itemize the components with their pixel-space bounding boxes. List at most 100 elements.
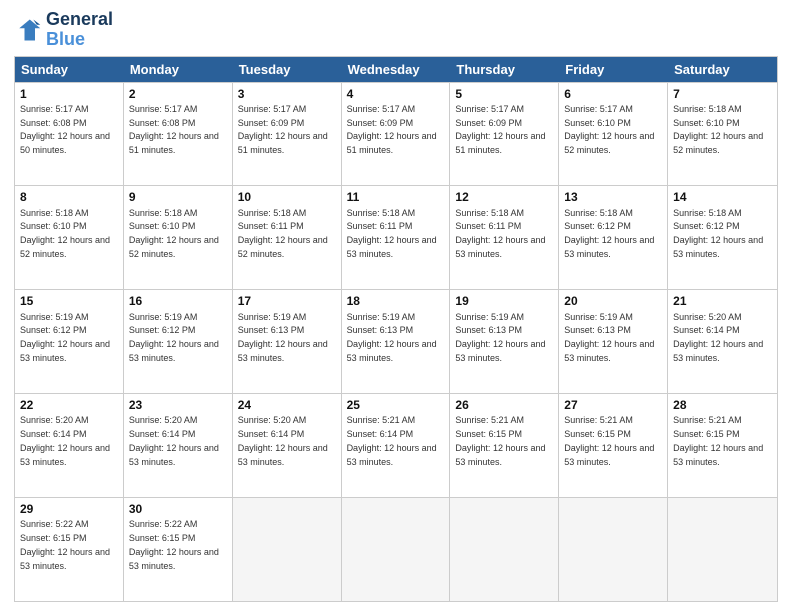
cell-info: Sunrise: 5:18 AMSunset: 6:12 PMDaylight:…: [564, 208, 654, 259]
cell-info: Sunrise: 5:20 AMSunset: 6:14 PMDaylight:…: [129, 415, 219, 466]
cell-info: Sunrise: 5:22 AMSunset: 6:15 PMDaylight:…: [20, 519, 110, 570]
calendar-cell: 30 Sunrise: 5:22 AMSunset: 6:15 PMDayligh…: [124, 498, 233, 601]
calendar-cell: [342, 498, 451, 601]
day-number: 9: [129, 189, 227, 205]
cell-info: Sunrise: 5:19 AMSunset: 6:12 PMDaylight:…: [20, 312, 110, 363]
calendar-cell: 24 Sunrise: 5:20 AMSunset: 6:14 PMDayligh…: [233, 394, 342, 497]
cell-info: Sunrise: 5:20 AMSunset: 6:14 PMDaylight:…: [238, 415, 328, 466]
calendar-cell: 9 Sunrise: 5:18 AMSunset: 6:10 PMDaylight…: [124, 186, 233, 289]
cell-info: Sunrise: 5:18 AMSunset: 6:11 PMDaylight:…: [455, 208, 545, 259]
day-number: 15: [20, 293, 118, 309]
calendar-cell: 27 Sunrise: 5:21 AMSunset: 6:15 PMDayligh…: [559, 394, 668, 497]
cell-info: Sunrise: 5:17 AMSunset: 6:09 PMDaylight:…: [347, 104, 437, 155]
day-number: 3: [238, 86, 336, 102]
day-number: 1: [20, 86, 118, 102]
day-number: 22: [20, 397, 118, 413]
day-number: 30: [129, 501, 227, 517]
calendar-body: 1 Sunrise: 5:17 AMSunset: 6:08 PMDaylight…: [15, 82, 777, 601]
day-number: 16: [129, 293, 227, 309]
calendar-cell: 15 Sunrise: 5:19 AMSunset: 6:12 PMDayligh…: [15, 290, 124, 393]
calendar-header: SundayMondayTuesdayWednesdayThursdayFrid…: [15, 57, 777, 82]
calendar-header-cell: Friday: [559, 57, 668, 82]
day-number: 24: [238, 397, 336, 413]
cell-info: Sunrise: 5:17 AMSunset: 6:08 PMDaylight:…: [20, 104, 110, 155]
cell-info: Sunrise: 5:20 AMSunset: 6:14 PMDaylight:…: [20, 415, 110, 466]
day-number: 2: [129, 86, 227, 102]
calendar-cell: 3 Sunrise: 5:17 AMSunset: 6:09 PMDaylight…: [233, 83, 342, 186]
cell-info: Sunrise: 5:22 AMSunset: 6:15 PMDaylight:…: [129, 519, 219, 570]
header: General Blue: [14, 10, 778, 50]
day-number: 6: [564, 86, 662, 102]
cell-info: Sunrise: 5:18 AMSunset: 6:10 PMDaylight:…: [129, 208, 219, 259]
calendar-header-cell: Sunday: [15, 57, 124, 82]
day-number: 13: [564, 189, 662, 205]
cell-info: Sunrise: 5:19 AMSunset: 6:13 PMDaylight:…: [564, 312, 654, 363]
day-number: 14: [673, 189, 772, 205]
calendar-cell: [233, 498, 342, 601]
day-number: 7: [673, 86, 772, 102]
day-number: 18: [347, 293, 445, 309]
calendar-cell: 5Sunrise: 5:17 AMSunset: 6:09 PMDaylight…: [450, 83, 559, 186]
cell-info: Sunrise: 5:17 AMSunset: 6:10 PMDaylight:…: [564, 104, 654, 155]
day-number: 20: [564, 293, 662, 309]
day-number: 26: [455, 397, 553, 413]
cell-info: Sunrise: 5:18 AMSunset: 6:10 PMDaylight:…: [20, 208, 110, 259]
cell-info: Sunrise: 5:21 AMSunset: 6:15 PMDaylight:…: [455, 415, 545, 466]
cell-info: Sunrise: 5:21 AMSunset: 6:15 PMDaylight:…: [564, 415, 654, 466]
calendar-header-cell: Wednesday: [342, 57, 451, 82]
calendar: SundayMondayTuesdayWednesdayThursdayFrid…: [14, 56, 778, 602]
cell-info: Sunrise: 5:17 AMSunset: 6:09 PMDaylight:…: [238, 104, 328, 155]
calendar-cell: 23 Sunrise: 5:20 AMSunset: 6:14 PMDayligh…: [124, 394, 233, 497]
calendar-cell: 11Sunrise: 5:18 AMSunset: 6:11 PMDayligh…: [342, 186, 451, 289]
cell-info: Sunrise: 5:17 AMSunset: 6:08 PMDaylight:…: [129, 104, 219, 155]
day-number: 12: [455, 189, 553, 205]
calendar-cell: 1 Sunrise: 5:17 AMSunset: 6:08 PMDaylight…: [15, 83, 124, 186]
cell-info: Sunrise: 5:19 AMSunset: 6:13 PMDaylight:…: [347, 312, 437, 363]
calendar-cell: [559, 498, 668, 601]
cell-info: Sunrise: 5:21 AMSunset: 6:15 PMDaylight:…: [673, 415, 763, 466]
cell-info: Sunrise: 5:21 AMSunset: 6:14 PMDaylight:…: [347, 415, 437, 466]
logo-text: General Blue: [46, 10, 113, 50]
calendar-header-cell: Saturday: [668, 57, 777, 82]
day-number: 19: [455, 293, 553, 309]
cell-info: Sunrise: 5:20 AMSunset: 6:14 PMDaylight:…: [673, 312, 763, 363]
calendar-cell: 28 Sunrise: 5:21 AMSunset: 6:15 PMDayligh…: [668, 394, 777, 497]
calendar-cell: 10Sunrise: 5:18 AMSunset: 6:11 PMDayligh…: [233, 186, 342, 289]
day-number: 25: [347, 397, 445, 413]
calendar-row: 22 Sunrise: 5:20 AMSunset: 6:14 PMDayligh…: [15, 393, 777, 497]
cell-info: Sunrise: 5:18 AMSunset: 6:11 PMDaylight:…: [347, 208, 437, 259]
cell-info: Sunrise: 5:19 AMSunset: 6:13 PMDaylight:…: [455, 312, 545, 363]
calendar-cell: 26 Sunrise: 5:21 AMSunset: 6:15 PMDayligh…: [450, 394, 559, 497]
calendar-row: 29 Sunrise: 5:22 AMSunset: 6:15 PMDayligh…: [15, 497, 777, 601]
cell-info: Sunrise: 5:18 AMSunset: 6:10 PMDaylight:…: [673, 104, 763, 155]
calendar-cell: 16Sunrise: 5:19 AMSunset: 6:12 PMDayligh…: [124, 290, 233, 393]
calendar-cell: 12 Sunrise: 5:18 AMSunset: 6:11 PMDayligh…: [450, 186, 559, 289]
calendar-cell: 13 Sunrise: 5:18 AMSunset: 6:12 PMDayligh…: [559, 186, 668, 289]
day-number: 28: [673, 397, 772, 413]
calendar-cell: 25 Sunrise: 5:21 AMSunset: 6:14 PMDayligh…: [342, 394, 451, 497]
logo: General Blue: [14, 10, 113, 50]
calendar-cell: 17 Sunrise: 5:19 AMSunset: 6:13 PMDayligh…: [233, 290, 342, 393]
day-number: 8: [20, 189, 118, 205]
day-number: 27: [564, 397, 662, 413]
cell-info: Sunrise: 5:18 AMSunset: 6:11 PMDaylight:…: [238, 208, 328, 259]
calendar-cell: 19 Sunrise: 5:19 AMSunset: 6:13 PMDayligh…: [450, 290, 559, 393]
calendar-header-cell: Monday: [124, 57, 233, 82]
calendar-header-cell: Tuesday: [233, 57, 342, 82]
calendar-row: 1 Sunrise: 5:17 AMSunset: 6:08 PMDaylight…: [15, 82, 777, 186]
calendar-cell: 21Sunrise: 5:20 AMSunset: 6:14 PMDayligh…: [668, 290, 777, 393]
day-number: 23: [129, 397, 227, 413]
calendar-cell: 6 Sunrise: 5:17 AMSunset: 6:10 PMDaylight…: [559, 83, 668, 186]
day-number: 4: [347, 86, 445, 102]
calendar-header-cell: Thursday: [450, 57, 559, 82]
cell-info: Sunrise: 5:19 AMSunset: 6:13 PMDaylight:…: [238, 312, 328, 363]
day-number: 29: [20, 501, 118, 517]
calendar-cell: 2 Sunrise: 5:17 AMSunset: 6:08 PMDaylight…: [124, 83, 233, 186]
calendar-cell: 22 Sunrise: 5:20 AMSunset: 6:14 PMDayligh…: [15, 394, 124, 497]
calendar-cell: 20 Sunrise: 5:19 AMSunset: 6:13 PMDayligh…: [559, 290, 668, 393]
cell-info: Sunrise: 5:17 AMSunset: 6:09 PMDaylight:…: [455, 104, 545, 155]
logo-icon: [14, 16, 42, 44]
calendar-cell: [450, 498, 559, 601]
day-number: 17: [238, 293, 336, 309]
cell-info: Sunrise: 5:18 AMSunset: 6:12 PMDaylight:…: [673, 208, 763, 259]
